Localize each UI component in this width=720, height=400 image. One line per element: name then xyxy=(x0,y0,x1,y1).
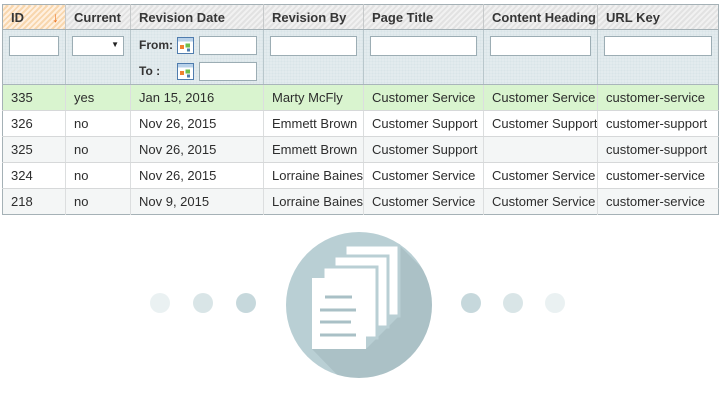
dot xyxy=(193,293,213,313)
cell-content-heading xyxy=(483,136,598,163)
dot-trail-right xyxy=(461,293,565,313)
chevron-down-icon: ▼ xyxy=(111,40,119,49)
revisions-grid-page: ID ↓ Current Revision Date Revision By P… xyxy=(0,0,720,400)
cell-revision-by: Lorraine Baines xyxy=(263,162,364,189)
cell-revision-by: Emmett Brown xyxy=(263,136,364,163)
cell-current: no xyxy=(65,162,131,189)
dot xyxy=(461,293,481,313)
cell-id: 218 xyxy=(2,188,66,215)
header-row: ID ↓ Current Revision Date Revision By P… xyxy=(2,4,719,30)
cell-page-title: Customer Service xyxy=(363,188,484,215)
column-header-content-heading[interactable]: Content Heading xyxy=(483,4,598,30)
cell-current: yes xyxy=(65,84,131,111)
page-title-filter-input[interactable] xyxy=(370,36,477,56)
cell-page-title: Customer Support xyxy=(363,136,484,163)
cell-id: 324 xyxy=(2,162,66,189)
calendar-icon[interactable] xyxy=(177,62,194,80)
cell-content-heading: Customer Support xyxy=(483,110,598,137)
sort-desc-icon: ↓ xyxy=(52,9,59,25)
dot xyxy=(150,293,170,313)
cell-url-key: customer-service xyxy=(597,162,719,189)
table-row[interactable]: 326 no Nov 26, 2015 Emmett Brown Custome… xyxy=(2,110,719,137)
dot-trail-left xyxy=(150,293,256,313)
table-body: 335 yes Jan 15, 2016 Marty McFly Custome… xyxy=(2,84,719,215)
url-key-filter-input[interactable] xyxy=(604,36,712,56)
cell-id: 326 xyxy=(2,110,66,137)
revision-by-filter-input[interactable] xyxy=(270,36,357,56)
table-row[interactable]: 325 no Nov 26, 2015 Emmett Brown Custome… xyxy=(2,136,719,163)
cell-revision-by: Marty McFly xyxy=(263,84,364,111)
column-header-url-key[interactable]: URL Key xyxy=(597,4,719,30)
cell-revision-date: Nov 26, 2015 xyxy=(130,110,264,137)
cell-page-title: Customer Service xyxy=(363,162,484,189)
table-row[interactable]: 324 no Nov 26, 2015 Lorraine Baines Cust… xyxy=(2,162,719,189)
column-header-revision-date[interactable]: Revision Date xyxy=(130,4,264,30)
column-header-id[interactable]: ID ↓ xyxy=(2,4,66,30)
cell-content-heading: Customer Service xyxy=(483,188,598,215)
cell-current: no xyxy=(65,110,131,137)
cell-revision-date: Nov 26, 2015 xyxy=(130,136,264,163)
cell-revision-by: Lorraine Baines xyxy=(263,188,364,215)
date-from-label: From: xyxy=(139,38,173,52)
cell-page-title: Customer Support xyxy=(363,110,484,137)
column-header-page-title[interactable]: Page Title xyxy=(363,4,484,30)
cell-url-key: customer-service xyxy=(597,84,719,111)
cell-revision-date: Nov 26, 2015 xyxy=(130,162,264,189)
calendar-icon[interactable] xyxy=(177,36,194,54)
table-row[interactable]: 335 yes Jan 15, 2016 Marty McFly Custome… xyxy=(2,84,719,111)
column-label: ID xyxy=(11,9,24,25)
cell-url-key: customer-support xyxy=(597,110,719,137)
cell-revision-date: Nov 9, 2015 xyxy=(130,188,264,215)
date-to-input[interactable] xyxy=(199,61,257,81)
cell-current: no xyxy=(65,136,131,163)
table-row[interactable]: 218 no Nov 9, 2015 Lorraine Baines Custo… xyxy=(2,188,719,215)
id-filter-input[interactable] xyxy=(9,36,59,56)
dot xyxy=(236,293,256,313)
cell-page-title: Customer Service xyxy=(363,84,484,111)
cell-id: 325 xyxy=(2,136,66,163)
cell-revision-date: Jan 15, 2016 xyxy=(130,84,264,111)
date-from-input[interactable] xyxy=(199,35,257,55)
cell-content-heading: Customer Service xyxy=(483,84,598,111)
cell-content-heading: Customer Service xyxy=(483,162,598,189)
cell-current: no xyxy=(65,188,131,215)
cell-revision-by: Emmett Brown xyxy=(263,110,364,137)
content-heading-filter-input[interactable] xyxy=(490,36,591,56)
cell-id: 335 xyxy=(2,84,66,111)
cell-url-key: customer-support xyxy=(597,136,719,163)
revisions-table: ID ↓ Current Revision Date Revision By P… xyxy=(2,4,719,215)
documents-illustration xyxy=(150,232,565,378)
column-header-current[interactable]: Current xyxy=(65,4,131,30)
date-to-label: To : xyxy=(139,64,161,78)
dot xyxy=(503,293,523,313)
column-header-revision-by[interactable]: Revision By xyxy=(263,4,364,30)
cell-url-key: customer-service xyxy=(597,188,719,215)
current-filter-select[interactable]: ▼ xyxy=(72,36,124,56)
filter-row: ▼ From: To: xyxy=(2,29,719,85)
dot xyxy=(545,293,565,313)
